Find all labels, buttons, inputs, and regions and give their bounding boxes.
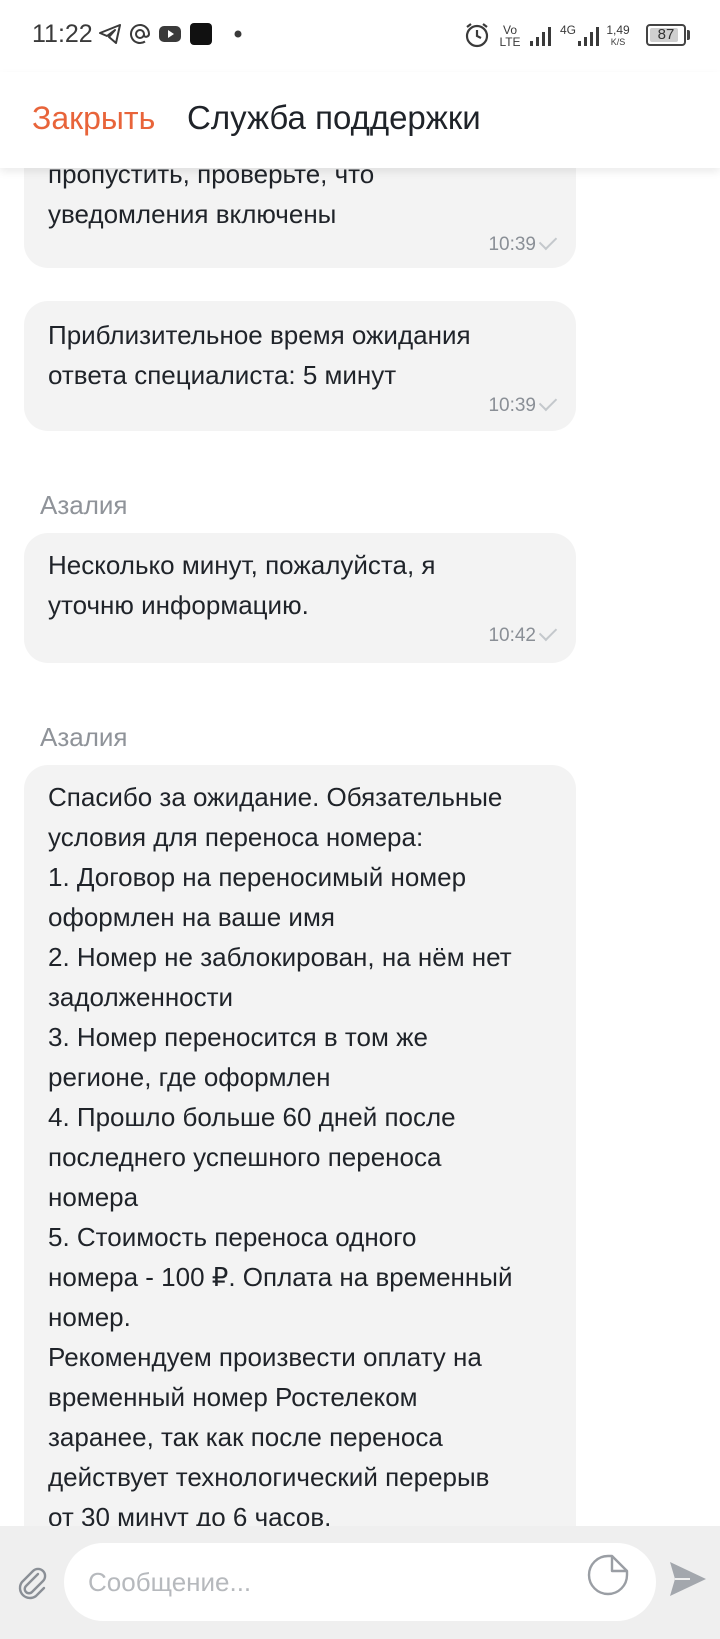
message-bubble: Спасибо за ожидание. Обязательные услови…: [24, 765, 576, 1526]
send-icon: [670, 1562, 706, 1596]
sender-name: Азалия: [40, 722, 128, 752]
volte-label: Vo LTE: [499, 23, 521, 49]
message-time: 10:39: [488, 395, 536, 416]
alarm-icon: [463, 21, 491, 49]
paperclip-icon: [18, 1567, 47, 1600]
at-sign-icon: [128, 22, 152, 46]
message-input[interactable]: [88, 1561, 548, 1603]
youtube-icon: [158, 22, 182, 46]
message-time: 10:39: [488, 234, 536, 255]
message-bubble: Несколько минут, пожалуйста, я уточню ин…: [24, 533, 576, 663]
message-bubble: Приблизительное время ожидания ответа сп…: [24, 301, 576, 431]
chat-messages[interactable]: пропустить, проверьте, что уведомления в…: [0, 168, 720, 1526]
status-bar: 11:22 Vo LTE 4G 1,49 K/S 87: [0, 0, 720, 72]
message-text: Спасибо за ожидание. Обязательные услови…: [48, 782, 513, 1526]
read-check-icon: [538, 231, 558, 251]
signal-2-icon: [576, 24, 600, 48]
app-icon: [189, 22, 213, 46]
message-text: пропустить, проверьте, что уведомления в…: [48, 168, 375, 229]
read-check-icon: [538, 392, 558, 412]
network-speed: 1,49 K/S: [606, 23, 630, 47]
message-input-box[interactable]: [64, 1543, 656, 1621]
message-bubble: пропустить, проверьте, что уведомления в…: [24, 168, 576, 268]
page-title: Служба поддержки: [187, 99, 481, 136]
read-check-icon: [538, 622, 558, 642]
send-button[interactable]: [668, 1560, 708, 1598]
telegram-icon: [98, 22, 122, 46]
chat-header: Закрыть Служба поддержки: [0, 72, 720, 168]
more-notifications-icon: [226, 22, 250, 46]
signal-icon: [528, 24, 552, 48]
battery-tip: [687, 30, 690, 40]
attach-button[interactable]: [14, 1564, 50, 1600]
message-time: 10:42: [488, 625, 536, 646]
sticker-button[interactable]: [586, 1553, 630, 1597]
message-text: Приблизительное время ожидания ответа сп…: [48, 320, 471, 390]
status-time: 11:22: [32, 20, 93, 48]
battery-indicator: 87: [646, 24, 686, 46]
sticker-icon: [587, 1554, 629, 1596]
message-text: Несколько минут, пожалуйста, я уточню ин…: [48, 550, 436, 620]
network-type-label: 4G: [559, 23, 576, 37]
sender-name: Азалия: [40, 490, 128, 520]
close-button[interactable]: Закрыть: [32, 100, 155, 137]
